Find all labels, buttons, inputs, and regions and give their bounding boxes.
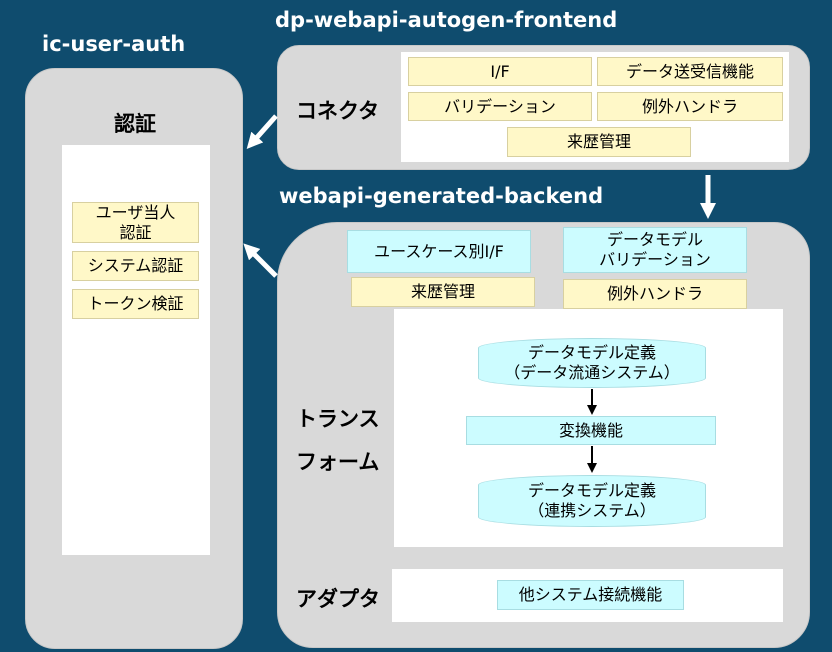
frontend-to-auth-arrow: [246, 114, 278, 149]
connection-arrows: [243, 114, 717, 473]
backend-to-auth-arrow: [243, 243, 278, 278]
